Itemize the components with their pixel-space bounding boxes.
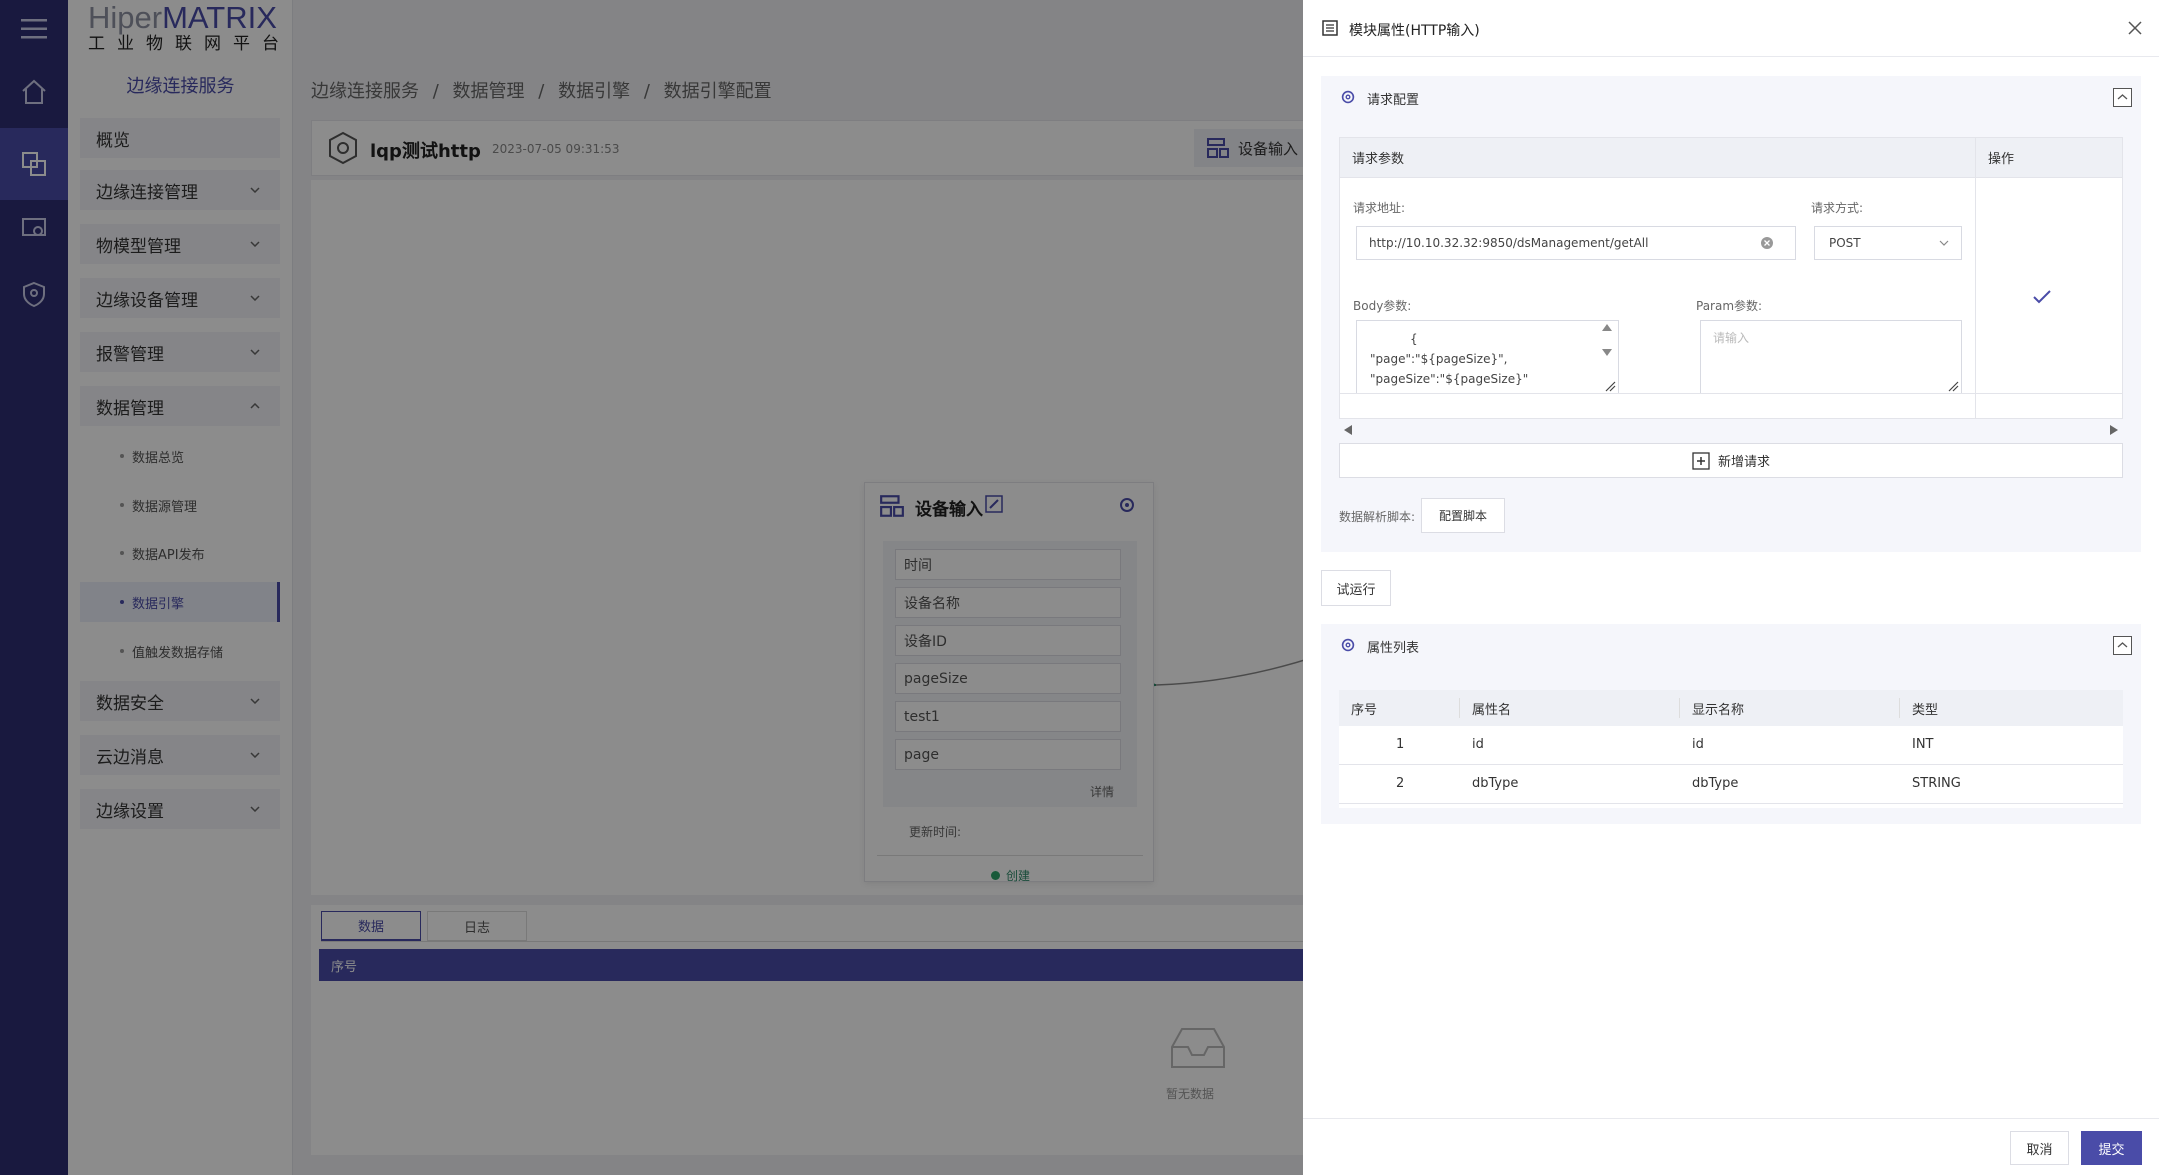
param-label: Param参数: xyxy=(1696,299,1763,313)
collapse-icon[interactable] xyxy=(2113,88,2132,107)
chevron-down-icon xyxy=(1939,240,1949,246)
horizontal-scrollbar[interactable] xyxy=(1339,421,2123,439)
url-input[interactable]: http://10.10.32.32:9850/dsManagement/get… xyxy=(1356,226,1796,260)
body-textarea[interactable]: { "page":"${pageSize}", "pageSize":"${pa… xyxy=(1356,320,1619,394)
scroll-left-icon[interactable] xyxy=(1343,424,1353,436)
document-icon xyxy=(1321,19,1339,37)
method-label: 请求方式: xyxy=(1811,201,1864,215)
request-params-header: 请求参数 xyxy=(1340,138,1975,178)
add-request-button[interactable]: 新增请求 xyxy=(1339,443,2123,478)
gear-icon xyxy=(1339,636,1357,654)
drawer-title: 模块属性(HTTP输入) xyxy=(1349,23,1480,39)
config-script-button[interactable]: 配置脚本 xyxy=(1421,498,1505,533)
clear-icon[interactable] xyxy=(1760,236,1774,250)
scroll-right-icon[interactable] xyxy=(2109,424,2119,436)
resize-handle-icon[interactable] xyxy=(1947,380,1959,392)
gear-icon xyxy=(1339,88,1357,106)
script-label: 数据解析脚本: xyxy=(1339,510,1416,524)
section-title: 请求配置 xyxy=(1367,93,1420,108)
scroll-up-icon[interactable] xyxy=(1600,322,1614,332)
resize-handle-icon[interactable] xyxy=(1604,380,1616,392)
confirm-check-icon[interactable] xyxy=(2032,289,2052,305)
attribute-list-section: 属性列表 序号 属性名 显示名称 类型 1 id id INT 2 dbType… xyxy=(1321,624,2141,824)
divider xyxy=(1340,393,2122,394)
request-table: 请求参数 操作 请求地址: http://10.10.32.32:9850/ds… xyxy=(1339,137,2123,419)
trial-run-button[interactable]: 试运行 xyxy=(1321,570,1391,606)
cancel-button[interactable]: 取消 xyxy=(2010,1131,2069,1165)
divider xyxy=(1303,56,2159,57)
close-icon[interactable] xyxy=(2127,20,2143,36)
collapse-icon[interactable] xyxy=(2113,636,2132,655)
submit-button[interactable]: 提交 xyxy=(2081,1131,2142,1165)
param-textarea[interactable]: 请输入 xyxy=(1700,320,1962,394)
attribute-table: 序号 属性名 显示名称 类型 1 id id INT 2 dbType dbTy… xyxy=(1339,690,2123,808)
request-config-section: 请求配置 请求参数 操作 请求地址: http://10.10.32.32:98… xyxy=(1321,76,2141,552)
property-drawer: 模块属性(HTTP输入) 请求配置 请求参数 操作 请求地址: http://1… xyxy=(1303,0,2159,1175)
table-row[interactable]: 1 id id INT xyxy=(1339,726,2123,765)
body-label: Body参数: xyxy=(1353,299,1412,313)
section-title: 属性列表 xyxy=(1367,641,1420,656)
table-row[interactable]: 2 dbType dbType STRING xyxy=(1339,765,2123,804)
column-divider xyxy=(1975,178,1976,418)
attribute-table-header: 序号 属性名 显示名称 类型 xyxy=(1339,690,2123,726)
add-icon xyxy=(1692,451,1710,470)
action-header: 操作 xyxy=(1975,138,2122,178)
divider xyxy=(1303,1118,2159,1119)
url-label: 请求地址: xyxy=(1353,201,1406,215)
scroll-down-icon[interactable] xyxy=(1600,348,1614,358)
method-select[interactable]: POST xyxy=(1814,226,1962,260)
